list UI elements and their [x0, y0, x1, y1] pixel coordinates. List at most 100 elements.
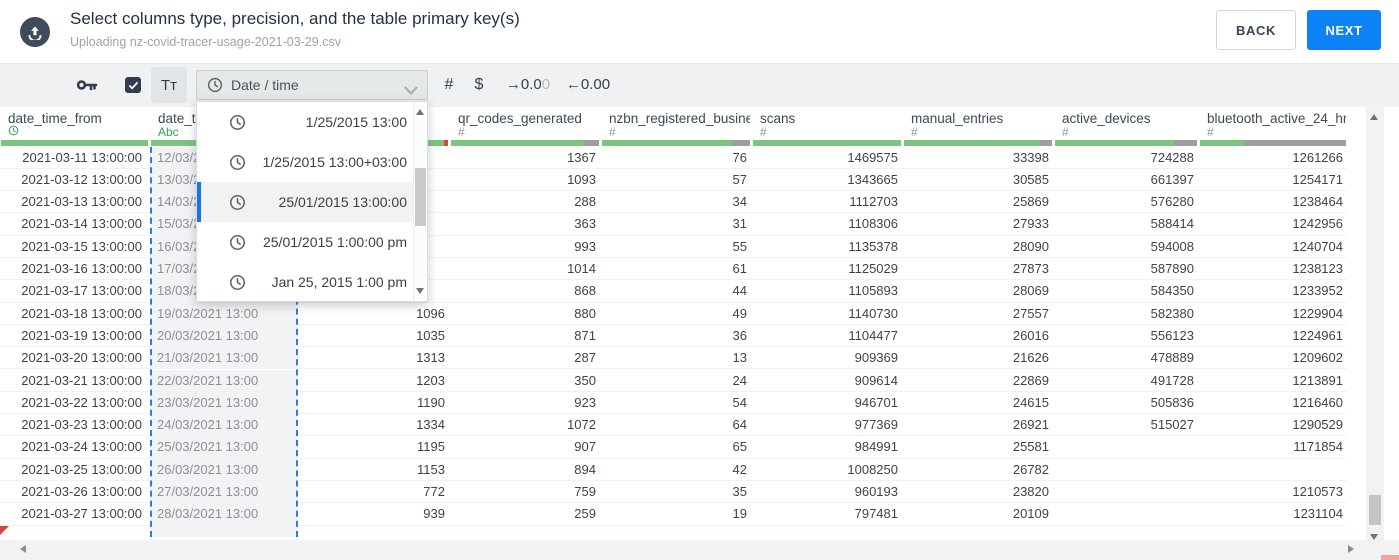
dropdown-option[interactable]: 25/01/2015 13:00:00 [197, 182, 427, 222]
table-cell[interactable]: 1112703 [752, 191, 903, 214]
table-cell[interactable]: 478889 [1054, 347, 1199, 370]
column-type-select[interactable]: Date / time [196, 70, 428, 100]
scroll-right-arrow-icon[interactable] [1348, 545, 1354, 553]
table-cell[interactable]: 1135378 [752, 235, 903, 258]
table-cell[interactable]: 977369 [752, 414, 903, 437]
table-cell[interactable]: 21626 [903, 347, 1054, 370]
table-cell[interactable]: 1195 [298, 436, 450, 459]
table-cell[interactable]: 2021-03-17 13:00:00 [0, 280, 150, 303]
table-cell[interactable]: 350 [450, 369, 601, 392]
table-cell[interactable]: 1093 [450, 168, 601, 192]
table-cell[interactable]: 909614 [752, 369, 903, 392]
table-cell[interactable]: 1231104 [1199, 503, 1348, 526]
table-cell[interactable]: 2021-03-13 13:00:00 [0, 191, 150, 214]
table-cell[interactable]: 23820 [903, 481, 1054, 504]
table-cell[interactable] [1054, 436, 1199, 459]
table-cell[interactable]: 55 [601, 235, 752, 258]
table-cell[interactable]: 1213891 [1199, 369, 1348, 392]
table-cell[interactable]: 19/03/2021 13:00 [150, 302, 298, 325]
table-cell[interactable]: 26921 [903, 414, 1054, 437]
scroll-up-arrow-icon[interactable] [416, 109, 424, 115]
currency-type-button[interactable]: $ [468, 63, 490, 107]
table-cell[interactable]: 505836 [1054, 391, 1199, 415]
table-cell[interactable]: 1240704 [1199, 235, 1348, 258]
table-cell[interactable]: 20/03/2021 13:00 [150, 324, 298, 348]
table-cell[interactable]: 24615 [903, 391, 1054, 415]
table-cell[interactable]: 28/03/2021 13:00 [150, 503, 298, 526]
primary-key-checkbox[interactable] [125, 77, 141, 93]
table-cell[interactable]: 939 [298, 503, 450, 526]
table-cell[interactable]: 1171854 [1199, 436, 1348, 459]
table-cell[interactable]: 34 [601, 191, 752, 214]
column-header[interactable]: qr_codes_generated [458, 111, 599, 127]
table-cell[interactable]: 27873 [903, 258, 1054, 281]
decrease-decimal-button[interactable]: ←0.00 [560, 63, 616, 107]
table-cell[interactable]: 35 [601, 481, 752, 504]
table-cell[interactable]: 25869 [903, 191, 1054, 214]
table-cell[interactable]: 20109 [903, 503, 1054, 526]
table-cell[interactable] [1054, 481, 1199, 504]
table-cell[interactable]: 2021-03-22 13:00:00 [0, 391, 150, 415]
table-cell[interactable]: 1096 [298, 302, 450, 325]
table-cell[interactable]: 1343665 [752, 168, 903, 192]
scroll-up-arrow-icon[interactable] [1370, 114, 1378, 120]
table-cell[interactable]: 31 [601, 213, 752, 236]
back-button[interactable]: BACK [1216, 10, 1296, 50]
table-cell[interactable]: 49 [601, 302, 752, 325]
table-cell[interactable]: 27557 [903, 302, 1054, 325]
table-cell[interactable]: 2021-03-24 13:00:00 [0, 436, 150, 459]
table-cell[interactable]: 894 [450, 458, 601, 481]
table-cell[interactable]: 923 [450, 391, 601, 415]
table-cell[interactable]: 26016 [903, 324, 1054, 348]
table-cell[interactable]: 993 [450, 235, 601, 258]
table-cell[interactable]: 1224961 [1199, 324, 1348, 348]
table-cell[interactable]: 25/03/2021 13:00 [150, 436, 298, 459]
table-cell[interactable]: 19 [601, 503, 752, 526]
table-cell[interactable]: 13 [601, 347, 752, 370]
column-header[interactable]: bluetooth_active_24_hr_ [1207, 111, 1346, 127]
table-cell[interactable]: 1238123 [1199, 258, 1348, 281]
horizontal-scrollbar[interactable] [0, 540, 1399, 560]
table-cell[interactable] [1054, 503, 1199, 526]
table-cell[interactable]: 65 [601, 436, 752, 459]
table-cell[interactable]: 57 [601, 168, 752, 192]
dropdown-scrollbar-thumb[interactable] [415, 168, 426, 226]
table-cell[interactable]: 1334 [298, 414, 450, 437]
table-cell[interactable]: 42 [601, 458, 752, 481]
column-header[interactable]: nzbn_registered_busine [609, 111, 750, 127]
table-cell[interactable]: 24/03/2021 13:00 [150, 414, 298, 437]
table-cell[interactable]: 363 [450, 213, 601, 236]
table-cell[interactable]: 259 [450, 503, 601, 526]
table-cell[interactable]: 1203 [298, 369, 450, 392]
table-cell[interactable]: 2021-03-12 13:00:00 [0, 168, 150, 192]
table-cell[interactable]: 1140730 [752, 302, 903, 325]
table-cell[interactable]: 22869 [903, 369, 1054, 392]
table-cell[interactable]: 64 [601, 414, 752, 437]
table-cell[interactable]: 759 [450, 481, 601, 504]
dropdown-option[interactable]: 1/25/2015 13:00+03:00 [197, 142, 427, 182]
table-cell[interactable] [1199, 458, 1348, 481]
table-cell[interactable]: 797481 [752, 503, 903, 526]
table-cell[interactable]: 2021-03-11 13:00:00 [0, 146, 150, 169]
table-cell[interactable]: 556123 [1054, 324, 1199, 348]
dropdown-option[interactable]: 1/25/2015 13:00 [197, 102, 427, 142]
table-cell[interactable]: 1072 [450, 414, 601, 437]
table-cell[interactable]: 27933 [903, 213, 1054, 236]
table-cell[interactable]: 1238464 [1199, 191, 1348, 214]
table-cell[interactable]: 2021-03-23 13:00:00 [0, 414, 150, 437]
table-cell[interactable]: 2021-03-16 13:00:00 [0, 258, 150, 281]
table-cell[interactable]: 21/03/2021 13:00 [150, 347, 298, 370]
table-cell[interactable]: 2021-03-14 13:00:00 [0, 213, 150, 236]
table-cell[interactable]: 28090 [903, 235, 1054, 258]
dropdown-scrollbar[interactable] [413, 102, 427, 301]
table-cell[interactable]: 26/03/2021 13:00 [150, 458, 298, 481]
table-cell[interactable]: 1469575 [752, 146, 903, 169]
table-cell[interactable]: 1108306 [752, 213, 903, 236]
table-cell[interactable]: 582380 [1054, 302, 1199, 325]
table-cell[interactable]: 1190 [298, 391, 450, 415]
table-cell[interactable]: 491728 [1054, 369, 1199, 392]
column-header[interactable]: scans [760, 111, 901, 127]
table-cell[interactable]: 1209602 [1199, 347, 1348, 370]
table-cell[interactable]: 868 [450, 280, 601, 303]
table-cell[interactable]: 28069 [903, 280, 1054, 303]
